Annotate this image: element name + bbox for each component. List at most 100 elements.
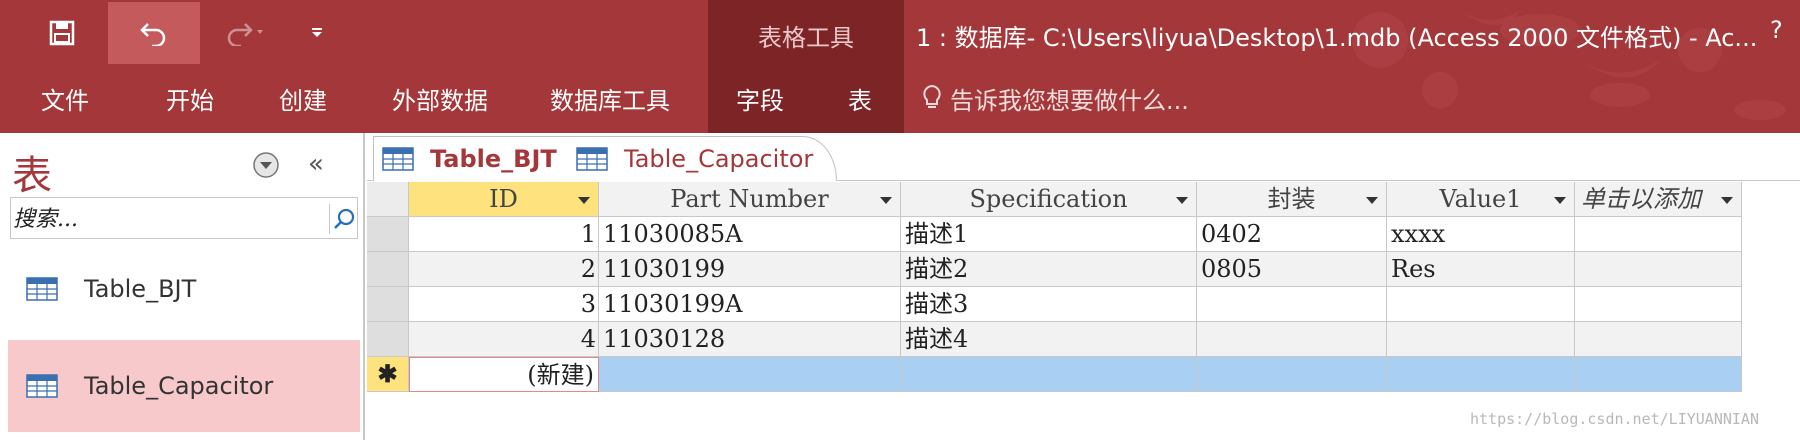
table-cell[interactable]: Res [1387,252,1575,287]
save-icon [49,20,75,46]
nav-pane-title: 表 [12,153,52,199]
undo-button[interactable] [108,2,200,64]
nav-search-input[interactable] [13,204,313,234]
sort-filter-dropdown-icon[interactable] [880,197,892,204]
table-cell[interactable]: 描述3 [901,287,1197,322]
column-header[interactable]: Value1 [1387,182,1575,217]
customize-quick-access-button[interactable] [292,2,342,64]
sort-filter-dropdown-icon[interactable] [1366,197,1378,204]
record-selector[interactable] [367,252,409,287]
new-record-selector[interactable]: ✱ [367,357,409,392]
column-header[interactable]: Specification [901,182,1197,217]
new-record-cell[interactable] [1197,357,1387,392]
table-cell[interactable]: 0402 [1197,217,1387,252]
tell-me-search[interactable]: 告诉我您想要做什么... [922,76,1189,120]
table-cell[interactable]: 描述2 [901,252,1197,287]
new-record-cell[interactable] [1575,357,1742,392]
table-cell[interactable] [1575,287,1742,322]
record-selector[interactable] [367,217,409,252]
sort-filter-dropdown-icon[interactable] [1721,197,1733,204]
table-cell[interactable] [1387,322,1575,357]
search-icon [333,208,354,229]
document-tab-bar: Table_BJT Table_Capacitor [367,133,1800,181]
nav-pane-menu-button[interactable] [252,151,280,179]
tab-fields[interactable]: 字段 [720,76,800,120]
collapse-pane-button[interactable]: « [308,149,324,179]
table-icon [26,277,58,301]
table-cell[interactable] [1387,287,1575,322]
column-header-label: 封装 [1267,185,1316,213]
table-cell[interactable]: 0805 [1197,252,1387,287]
sort-filter-dropdown-icon[interactable] [1176,197,1188,204]
table-cell[interactable]: 11030199 [599,252,901,287]
tab-create[interactable]: 创建 [268,76,338,120]
tab-database-tools[interactable]: 数据库工具 [545,76,675,120]
doc-tab-table-capacitor[interactable]: Table_Capacitor [567,136,837,181]
nav-item-table-capacitor[interactable]: Table_Capacitor [8,340,360,432]
record-selector[interactable] [367,287,409,322]
table-cell[interactable]: 11030199A [599,287,901,322]
tab-home[interactable]: 开始 [155,76,225,120]
doc-tab-table-bjt[interactable]: Table_BJT [373,136,568,181]
table-icon [382,147,414,171]
table-icon [26,374,58,398]
new-record-cell[interactable] [599,357,901,392]
window-title: 1 : 数据库- C:\Users\liyua\Desktop\1.mdb (A… [916,24,1758,52]
new-record-cell[interactable] [1387,357,1575,392]
nav-item-label: Table_BJT [84,275,197,303]
table-cell[interactable]: 描述1 [901,217,1197,252]
select-all-corner[interactable] [367,182,409,217]
table-icon [576,147,608,171]
column-header-label: Specification [969,185,1128,213]
tab-external-data[interactable]: 外部数据 [380,76,500,120]
nav-search-button[interactable] [329,204,357,234]
nav-item-table-bjt[interactable]: Table_BJT [8,243,360,335]
record-selector[interactable] [367,322,409,357]
column-header-label: Value1 [1439,185,1522,213]
sort-filter-dropdown-icon[interactable] [1554,197,1566,204]
table-cell[interactable] [1197,322,1387,357]
redo-button[interactable] [210,2,280,64]
column-header[interactable]: 封装 [1197,182,1387,217]
tab-file[interactable]: 文件 [30,76,100,120]
redo-icon [227,23,263,46]
table-cell[interactable] [1575,322,1742,357]
tell-me-text: 告诉我您想要做什么... [950,86,1189,115]
watermark-text: https://blog.csdn.net/LIYUANNIAN [1470,410,1759,428]
lightbulb-icon [923,84,941,108]
doc-tab-label: Table_BJT [430,145,557,173]
table-cell[interactable]: 1 [409,217,599,252]
save-button[interactable] [22,2,102,64]
column-header-label: 单击以添加 [1581,185,1701,213]
context-group-title: 表格工具 [758,24,854,52]
table-cell[interactable]: xxxx [1387,217,1575,252]
table-cell[interactable] [1575,217,1742,252]
column-header-label: Part Number [670,185,829,213]
table-cell[interactable]: 2 [409,252,599,287]
doc-tab-label: Table_Capacitor [624,145,814,173]
ribbon: 表格工具 1 : 数据库- C:\Users\liyua\Desktop\1.m… [0,0,1800,133]
sort-filter-dropdown-icon[interactable] [578,197,590,204]
nav-item-label: Table_Capacitor [84,372,274,400]
table-cell[interactable]: 描述4 [901,322,1197,357]
column-header[interactable]: ID [409,182,599,217]
double-chevron-left-icon: « [308,149,324,179]
new-record-id-cell[interactable]: (新建) [409,357,599,392]
document-area: Table_BJT Table_Capacitor ID Part Number S… [367,133,1800,440]
table-cell[interactable]: 11030128 [599,322,901,357]
help-button[interactable]: ? [1770,16,1783,44]
table-cell[interactable] [1197,287,1387,322]
nav-search-box [10,197,358,239]
column-header[interactable]: Part Number [599,182,901,217]
tab-table[interactable]: 表 [830,76,890,120]
table-cell[interactable]: 11030085A [599,217,901,252]
table-cell[interactable]: 3 [409,287,599,322]
datasheet-grid: ID Part Number Specification 封装 Value1 单击以添加 1… [367,182,1800,440]
new-record-cell[interactable] [901,357,1197,392]
table-cell[interactable] [1575,252,1742,287]
navigation-pane: 表 « Table_BJT Table_Capacito [0,133,365,440]
column-header[interactable]: 单击以添加 [1575,182,1742,217]
chevron-down-icon [312,28,322,37]
undo-icon [140,23,166,46]
table-cell[interactable]: 4 [409,322,599,357]
